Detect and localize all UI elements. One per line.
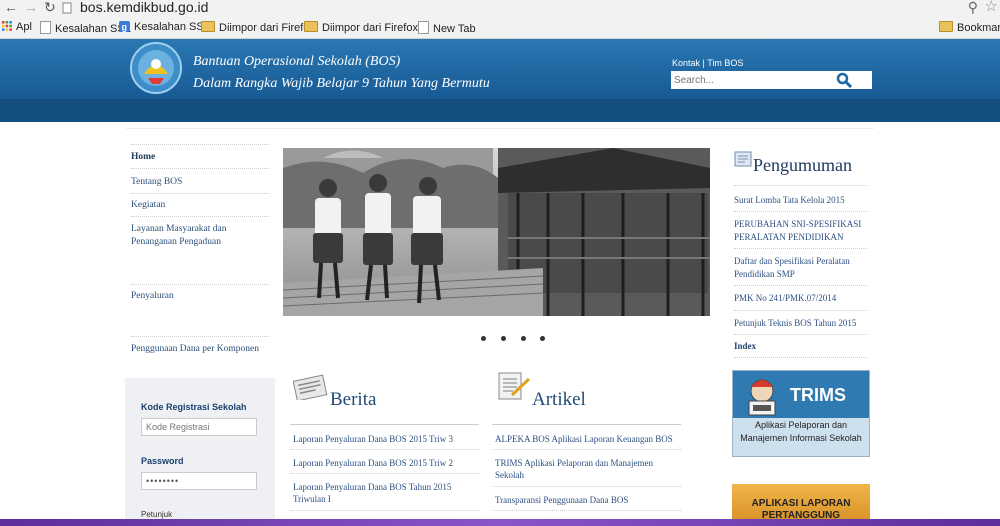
slide-dot[interactable] <box>521 336 526 341</box>
os-taskbar <box>0 519 1000 526</box>
folder-icon <box>939 21 953 32</box>
left-nav-tentang-bos[interactable]: Tentang BOS <box>131 168 269 187</box>
bookmark-new-tab[interactable]: New Tab <box>418 21 476 35</box>
berita-divider <box>290 473 479 475</box>
bookmark-apps[interactable]: Apl <box>2 21 32 33</box>
star-icon[interactable]: ☆ <box>985 0 998 14</box>
trims-banner[interactable]: TRIMS Aplikasi Pelaporan dan Manajemen I… <box>732 370 870 457</box>
address-bar[interactable]: bos.kemdikbud.go.id <box>62 0 208 15</box>
pengumuman-divider <box>734 285 868 287</box>
svg-text:g: g <box>122 22 128 32</box>
kode-registrasi-label: Kode Registrasi Sekolah <box>141 402 247 412</box>
site-tagline: Dalam Rangka Wajib Belajar 9 Tahun Yang … <box>193 76 490 91</box>
artikel-divider <box>492 486 681 488</box>
announcement-icon <box>734 151 752 167</box>
content-divider <box>126 128 874 129</box>
trims-subtitle-line2: Manajemen Informasi Sekolah <box>740 433 862 443</box>
google-icon: g <box>119 21 130 32</box>
slide-dot[interactable] <box>501 336 506 341</box>
bookmark-kesalahan-ssl-1[interactable]: Kesalahan SSL <box>40 21 131 35</box>
pengumuman-divider <box>734 248 868 250</box>
school-login-panel: Kode Registrasi Sekolah Password •••••••… <box>125 378 275 526</box>
slide-dot[interactable] <box>540 336 545 341</box>
newspaper-icon <box>293 374 328 400</box>
pengumuman-title: Pengumuman <box>753 155 852 175</box>
page-icon <box>40 21 51 34</box>
berita-title: Berita <box>330 389 377 410</box>
trims-subtitle: Aplikasi Pelaporan dan Manajemen Informa… <box>733 419 869 445</box>
pengumuman-index-link[interactable]: Index <box>734 340 868 353</box>
artikel-divider <box>492 510 681 512</box>
bookmark-folder-firefox-1[interactable]: Diimpor dari Firefox <box>201 21 315 34</box>
address-row: ← → ↻ bos.kemdikbud.go.id ⚲ ☆ <box>0 0 1000 17</box>
left-nav-layanan[interactable]: Layanan Masyarakat dan Penanganan Pengad… <box>131 216 269 249</box>
password-input[interactable]: •••••••• <box>141 472 257 490</box>
pengumuman-divider <box>734 310 868 312</box>
bookmark-folder-firefox-2[interactable]: Diimpor dari Firefox... <box>304 21 427 34</box>
artikel-underline <box>492 424 681 425</box>
aplikasi-banner-line1: APLIKASI LAPORAN <box>751 498 851 509</box>
kontak-link[interactable]: Kontak <box>672 58 700 68</box>
bookmark-other[interactable]: Bookmark l <box>939 21 1000 34</box>
pengumuman-divider <box>734 211 868 213</box>
link-separator: | <box>702 58 705 68</box>
petunjuk-link[interactable]: Petunjuk <box>141 510 172 519</box>
page-info-icon[interactable] <box>62 2 72 14</box>
berita-item[interactable]: Laporan Penyaluran Dana BOS 2015 Triw 2 <box>293 457 479 469</box>
apps-icon <box>2 21 12 31</box>
pengumuman-item[interactable]: PERUBAHAN SNI-SPESIFIKASI PERALATAN PEND… <box>734 218 868 244</box>
password-label: Password <box>141 456 184 466</box>
page-icon <box>418 21 429 34</box>
bookmarks-bar: Apl Kesalahan SSL g Kesalahan SSL Diimpor… <box>0 19 1000 37</box>
article-icon <box>498 372 531 400</box>
slideshow-photo[interactable] <box>283 148 710 316</box>
forward-icon[interactable]: → <box>24 0 38 15</box>
bookmark-kesalahan-ssl-2[interactable]: g Kesalahan SSL <box>119 21 210 33</box>
berita-underline <box>290 424 479 425</box>
pengumuman-divider <box>734 334 868 336</box>
search-icon[interactable] <box>836 72 852 88</box>
berita-item[interactable]: Laporan Penyaluran Dana BOS Tahun 2015 T… <box>293 481 463 505</box>
trims-subtitle-line1: Aplikasi Pelaporan dan <box>754 420 848 430</box>
artikel-item[interactable]: Transparansi Penggunaan Dana BOS <box>495 494 681 506</box>
berita-divider <box>290 449 479 451</box>
artikel-item[interactable]: ALPEKA BOS Aplikasi Laporan Keuangan BOS <box>495 433 681 445</box>
bookmark-label: Diimpor dari Firefox <box>219 22 315 34</box>
left-nav-kegiatan[interactable]: Kegiatan <box>131 193 269 210</box>
kode-registrasi-input[interactable] <box>141 418 257 436</box>
browser-chrome: ← → ↻ bos.kemdikbud.go.id ⚲ ☆ Apl Kesala… <box>0 0 1000 39</box>
trims-mascot-icon <box>748 379 776 416</box>
folder-icon <box>304 21 318 32</box>
bookmark-label: Kesalahan SSL <box>134 21 210 33</box>
back-icon[interactable]: ← <box>4 0 18 15</box>
tim-bos-link[interactable]: Tim BOS <box>707 58 743 68</box>
reload-icon[interactable]: ↻ <box>44 0 56 15</box>
slide-dot[interactable] <box>481 336 486 341</box>
left-nav-penggunaan-dana[interactable]: Penggunaan Dana per Komponen <box>131 336 269 354</box>
folder-icon <box>201 21 215 32</box>
pengumuman-item[interactable]: Daftar dan Spesifikasi Peralatan Pendidi… <box>734 255 868 281</box>
artikel-title: Artikel <box>532 389 586 410</box>
bookmark-label: Bookmark l <box>957 22 1000 34</box>
pengumuman-item[interactable]: Surat Lomba Tata Kelola 2015 <box>734 194 868 207</box>
bookmark-label: New Tab <box>433 23 476 35</box>
artikel-divider <box>492 449 681 451</box>
berita-divider <box>290 510 479 512</box>
site-navbar <box>0 99 1000 122</box>
left-nav-penyaluran[interactable]: Penyaluran <box>131 284 269 301</box>
site-title: Bantuan Operasional Sekolah (BOS) <box>193 54 401 69</box>
pengumuman-divider <box>734 185 868 187</box>
artikel-item[interactable]: TRIMS Aplikasi Pelaporan dan Manajemen S… <box>495 457 665 481</box>
bookmark-label: Diimpor dari Firefox... <box>322 22 428 34</box>
pengumuman-item[interactable]: Petunjuk Teknis BOS Tahun 2015 <box>734 317 868 330</box>
trims-title: TRIMS <box>790 385 846 405</box>
pengumuman-item[interactable]: PMK No 241/PMK.07/2014 <box>734 292 868 305</box>
top-links: Kontak | Tim BOS <box>672 58 743 68</box>
bookmark-label: Apl <box>16 21 32 33</box>
url-text: bos.kemdikbud.go.id <box>80 0 209 15</box>
key-icon[interactable]: ⚲ <box>968 0 978 15</box>
kemdikbud-logo-icon[interactable] <box>130 42 182 94</box>
berita-item[interactable]: Laporan Penyaluran Dana BOS 2015 Triw 3 <box>293 433 479 445</box>
pengumuman-divider <box>734 357 868 359</box>
